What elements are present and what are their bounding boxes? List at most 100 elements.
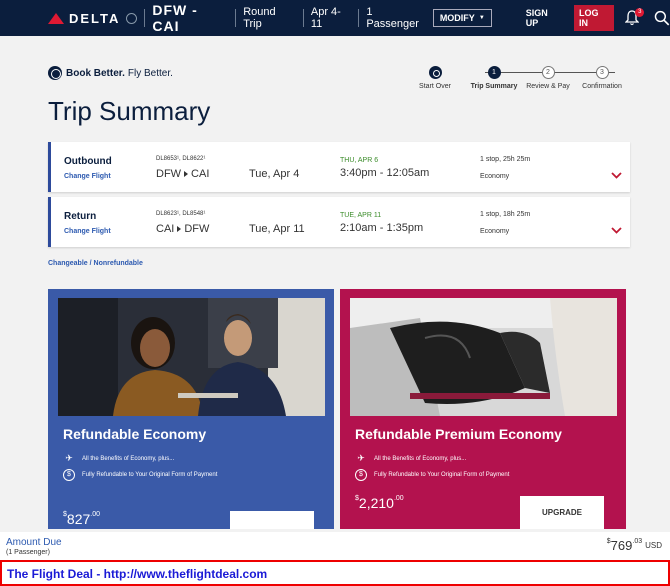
origin: DFW — [156, 168, 182, 180]
amount-due-passengers: (1 Passenger) — [6, 549, 50, 556]
sign-up-link[interactable]: SIGN UP — [526, 8, 562, 28]
modify-button[interactable]: MODIFY ▼ — [432, 9, 492, 27]
book-better-icon — [48, 66, 62, 80]
divider — [358, 9, 360, 27]
dollar-icon: $ — [63, 469, 75, 481]
divider — [302, 9, 304, 27]
log-in-button[interactable]: LOG IN — [574, 5, 615, 31]
step-label: Start Over — [419, 83, 451, 90]
step-label: Trip Summary — [470, 83, 518, 90]
price-amount: 769 — [610, 538, 633, 553]
flight-direction: Outbound — [64, 156, 112, 167]
book-better-tagline: Book Better. Fly Better. — [48, 66, 173, 80]
flight-route: DFW CAI — [156, 168, 209, 180]
tagline-bold: Book Better. — [66, 67, 125, 79]
benefit-item: $ Fully Refundable to Your Original Form… — [63, 469, 217, 481]
destination: CAI — [191, 168, 210, 180]
benefit-text: Fully Refundable to Your Original Form o… — [374, 472, 510, 478]
benefit-item: $ Fully Refundable to Your Original Form… — [355, 469, 509, 481]
trip-type: Round Trip — [243, 6, 276, 30]
chevron-down-icon[interactable] — [611, 172, 622, 179]
trip-route: DFW - CAI — [152, 2, 198, 34]
fare-price: $ 827 .00 — [63, 511, 100, 527]
step-number: 3 — [595, 66, 609, 79]
change-flight-link[interactable]: Change Flight — [64, 173, 111, 180]
page-title: Trip Summary — [48, 96, 211, 126]
tagline-rest: Fly Better. — [127, 67, 173, 79]
flight-numbers: DL8623¹, DL8548¹ — [156, 211, 206, 217]
notification-badge: 3 — [635, 8, 645, 17]
benefit-text: All the Benefits of Economy, plus... — [82, 455, 175, 462]
departure-date: Tue, Apr 11 — [249, 223, 305, 235]
flight-times: 3:40pm - 12:05am — [340, 167, 430, 179]
origin: CAI — [156, 223, 175, 235]
step-review-pay: 2 Review & Pay — [518, 66, 578, 90]
watermark-text: The Flight Deal - http://www.theflightde… — [7, 567, 268, 581]
brand-name: DELTA — [69, 10, 121, 26]
fare-title: Refundable Economy — [63, 426, 207, 442]
notifications-button[interactable]: 3 — [625, 8, 645, 26]
arrow-right-icon — [177, 226, 182, 232]
step-trip-summary: 1 Trip Summary — [464, 66, 524, 90]
dollar-icon: $ — [355, 469, 367, 481]
stops-duration: 1 stop, 18h 25m — [480, 211, 531, 218]
search-icon[interactable] — [654, 10, 670, 26]
start-over-icon — [428, 66, 442, 79]
flight-direction: Return — [64, 211, 97, 222]
arrival-day: THU, APR 6 — [340, 157, 379, 164]
progress-steps: Start Over 1 Trip Summary 2 Review & Pay… — [419, 66, 632, 96]
fare-price: $ 2,210 .00 — [355, 495, 404, 511]
chevron-down-icon: ▼ — [478, 15, 485, 21]
arrow-right-icon — [184, 171, 189, 177]
divider — [144, 9, 146, 27]
price-amount: 827 — [66, 511, 91, 527]
outbound-flight-row[interactable]: Outbound Change Flight DL8653¹, DL8622¹ … — [48, 142, 630, 192]
benefit-text: Fully Refundable to Your Original Form o… — [82, 472, 218, 478]
benefit-item: ✈ All the Benefits of Economy, plus... — [355, 453, 466, 464]
benefit-item: ✈ All the Benefits of Economy, plus... — [63, 453, 174, 464]
destination: DFW — [184, 223, 210, 235]
modify-label: MODIFY — [439, 13, 475, 23]
trip-passengers: 1 Passenger — [366, 6, 419, 30]
step-confirmation: 3 Confirmation — [572, 66, 632, 90]
arrival-day: TUE, APR 11 — [340, 212, 382, 219]
amount-due-bar: Amount Due (1 Passenger) $ 769 .03 USD — [0, 532, 670, 560]
step-label: Confirmation — [582, 83, 622, 90]
changeable-nonrefundable-link[interactable]: Changeable / Nonrefundable — [48, 260, 143, 267]
flight-numbers: DL8653¹, DL8622¹ — [156, 156, 206, 162]
price-currency-code: USD — [645, 541, 662, 550]
trip-dates: Apr 4-11 — [310, 6, 341, 30]
upgrade-button[interactable]: UPGRADE — [520, 496, 604, 529]
refundable-economy-card[interactable]: Refundable Economy ✈ All the Benefits of… — [48, 289, 334, 529]
fare-title: Refundable Premium Economy — [355, 426, 562, 442]
top-nav-bar: DELTA DFW - CAI Round Trip Apr 4-11 1 Pa… — [0, 0, 670, 36]
step-start-over[interactable]: Start Over — [405, 66, 465, 90]
benefit-text: All the Benefits of Economy, plus... — [374, 455, 467, 462]
price-cents: .00 — [393, 495, 404, 502]
chevron-down-icon[interactable] — [611, 227, 622, 234]
delta-widget-icon — [48, 12, 64, 24]
stops-duration: 1 stop, 25h 25m — [480, 156, 531, 163]
upgrade-button[interactable] — [230, 511, 314, 529]
amount-due-price: $ 769 .03 USD — [607, 538, 662, 553]
divider — [235, 9, 237, 27]
premium-economy-photo — [350, 298, 617, 416]
cabin-class: Economy — [480, 173, 510, 180]
delta-logo[interactable]: DELTA — [48, 10, 138, 26]
return-flight-row[interactable]: Return Change Flight DL8623¹, DL8548¹ CA… — [48, 197, 630, 247]
flight-times: 2:10am - 1:35pm — [340, 222, 424, 234]
price-amount: 2,210 — [358, 495, 394, 511]
economy-photo — [58, 298, 325, 416]
refundable-premium-economy-card[interactable]: Refundable Premium Economy ✈ All the Ben… — [340, 289, 626, 529]
change-flight-link[interactable]: Change Flight — [64, 228, 111, 235]
cabin-class: Economy — [480, 228, 510, 235]
price-cents: .03 — [632, 538, 643, 545]
step-number: 1 — [487, 66, 501, 79]
watermark-banner: The Flight Deal - http://www.theflightde… — [0, 560, 670, 586]
seat-icon: ✈ — [357, 453, 365, 463]
seat-icon: ✈ — [65, 453, 73, 463]
departure-date: Tue, Apr 4 — [249, 168, 300, 180]
step-label: Review & Pay — [526, 83, 570, 90]
amount-due-label[interactable]: Amount Due — [6, 537, 62, 548]
skyteam-icon — [126, 12, 138, 24]
